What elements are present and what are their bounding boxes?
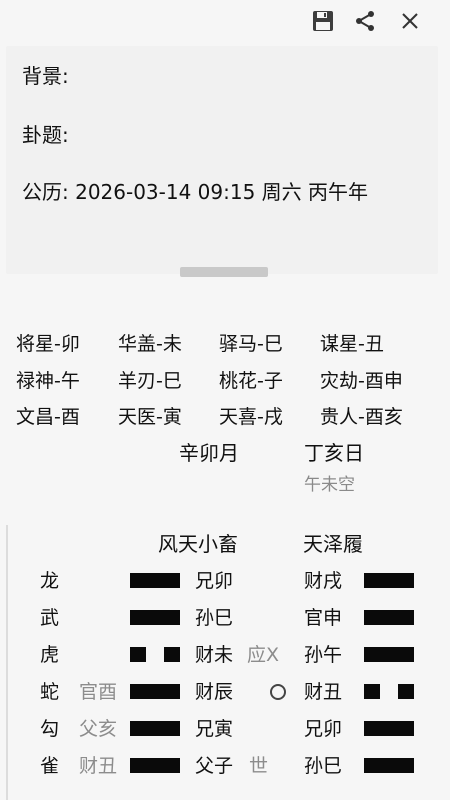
yang-line [364, 758, 414, 773]
share-icon[interactable] [350, 6, 380, 36]
day-pillar: 丁亥日 [304, 441, 364, 465]
main-yao-label: 兄卯 [195, 570, 234, 592]
main-gua-name: 风天小畜 [158, 532, 238, 556]
yao-row: 龙 兄卯 财戌 [0, 566, 450, 596]
main-yao-label: 孙巳 [195, 607, 234, 629]
yang-line [130, 721, 180, 736]
yin-line [364, 684, 414, 699]
save-icon[interactable] [308, 6, 338, 36]
shensha-item: 灾劫-酉申 [320, 370, 403, 392]
shensha-item: 桃花-子 [219, 370, 283, 392]
yang-line [130, 684, 180, 699]
six-god: 龙 [40, 570, 60, 592]
yao-row: 雀 财丑 父子 世 孙巳 [0, 751, 450, 781]
main-yao-label: 兄寅 [195, 718, 234, 740]
yang-line [364, 573, 414, 588]
main-yao-label: 财辰 [195, 681, 234, 703]
changed-yao-label: 兄卯 [304, 718, 343, 740]
shensha-item: 羊刃-巳 [118, 370, 182, 392]
yang-line [130, 610, 180, 625]
main-yao-label: 父子 [195, 755, 234, 777]
moving-mark: 应X [247, 644, 280, 666]
changed-yao-label: 财丑 [304, 681, 343, 703]
info-card: 背景: 卦题: 公历: 2026-03-14 09:15 周六 丙午年 [6, 46, 438, 274]
drag-handle[interactable] [180, 267, 268, 277]
yang-line [364, 721, 414, 736]
moving-circle-icon [270, 684, 286, 700]
six-god: 虎 [40, 644, 60, 666]
yang-line [130, 758, 180, 773]
yang-line [130, 573, 180, 588]
close-icon[interactable] [395, 6, 425, 36]
background-label[interactable]: 背景: [22, 60, 69, 89]
changed-yao-label: 孙巳 [304, 755, 343, 777]
shi-mark: 世 [249, 755, 269, 777]
shensha-item: 天喜-戌 [219, 406, 283, 428]
shensha-item: 华盖-未 [118, 333, 182, 355]
fushen-label: 财丑 [79, 755, 118, 777]
shensha-item: 贵人-酉亥 [320, 406, 403, 428]
six-god: 勾 [40, 718, 60, 740]
changed-gua-name: 天泽履 [303, 532, 363, 556]
six-god: 蛇 [40, 681, 60, 703]
yao-row: 虎 财未 应X 孙午 [0, 640, 450, 670]
shensha-item: 将星-卯 [16, 333, 80, 355]
shensha-item: 禄神-午 [16, 370, 80, 392]
toolbar [0, 0, 450, 44]
shensha-item: 谋星-丑 [320, 333, 384, 355]
shensha-item: 天医-寅 [118, 406, 182, 428]
gua-title-label[interactable]: 卦题: [22, 119, 69, 148]
main-yao-label: 财未 [195, 644, 234, 666]
yao-row: 武 孙巳 官申 [0, 603, 450, 633]
yao-row: 勾 父亥 兄寅 兄卯 [0, 714, 450, 744]
changed-yao-label: 官申 [304, 607, 343, 629]
month-pillar: 辛卯月 [179, 441, 239, 465]
changed-yao-label: 财戌 [304, 570, 343, 592]
yang-line [364, 647, 414, 662]
shensha-item: 驿马-巳 [219, 333, 283, 355]
shensha-item: 文昌-酉 [16, 406, 80, 428]
fushen-label: 父亥 [79, 718, 118, 740]
changed-yao-label: 孙午 [304, 644, 343, 666]
yin-line [130, 647, 180, 662]
kong-wang: 午未空 [304, 475, 355, 495]
yang-line [364, 610, 414, 625]
six-god: 武 [40, 607, 60, 629]
fushen-label: 官酉 [79, 681, 118, 703]
six-god: 雀 [40, 755, 60, 777]
date-line: 公历: 2026-03-14 09:15 周六 丙午年 [22, 180, 369, 204]
yao-row: 蛇 官酉 财辰 财丑 [0, 677, 450, 707]
